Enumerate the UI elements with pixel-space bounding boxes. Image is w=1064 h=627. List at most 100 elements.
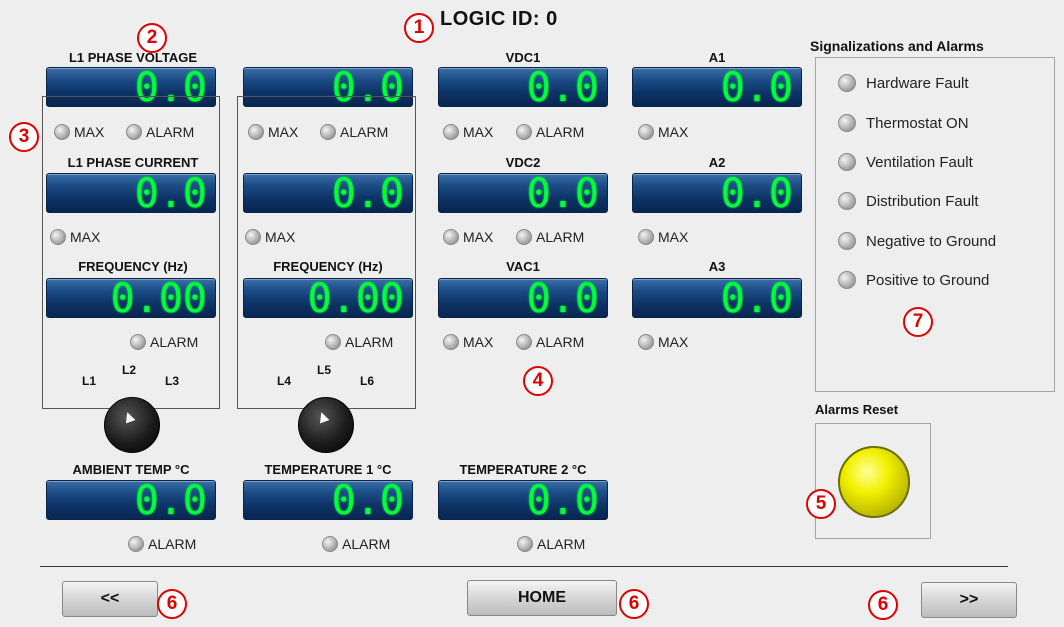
vdc2-max-lamp: MAX bbox=[443, 229, 493, 245]
a2-label: A2 bbox=[708, 155, 726, 170]
l2-voltage-alarm-lamp: ALARM bbox=[320, 124, 388, 140]
signal-thermostat-on: Thermostat ON bbox=[816, 114, 969, 132]
signal-hardware-fault: Hardware Fault bbox=[816, 74, 969, 92]
signal-distribution-fault: Distribution Fault bbox=[816, 192, 979, 210]
vdc1-display: 0.0 bbox=[438, 67, 608, 107]
l2-phase-current-display: 0.0 bbox=[243, 173, 413, 213]
annotation-badge-6-next: 6 bbox=[868, 590, 898, 620]
indicator-lamp-icon bbox=[638, 229, 654, 245]
indicator-lamp-icon bbox=[838, 192, 856, 210]
vdc2-label: VDC2 bbox=[505, 155, 541, 170]
indicator-lamp-icon bbox=[322, 536, 338, 552]
indicator-lamp-icon bbox=[838, 114, 856, 132]
frequency-alarm-lamp-1: ALARM bbox=[130, 334, 198, 350]
temperature-2-alarm-lamp: ALARM bbox=[517, 536, 585, 552]
alarms-reset-frame bbox=[815, 423, 931, 539]
selector-label-l4: L4 bbox=[277, 374, 292, 388]
annotation-badge-1: 1 bbox=[404, 13, 434, 43]
frequency-label-1: FREQUENCY (Hz) bbox=[78, 259, 188, 274]
vdc2-alarm-lamp: ALARM bbox=[516, 229, 584, 245]
annotation-badge-3: 3 bbox=[9, 122, 39, 152]
previous-page-button[interactable]: << bbox=[62, 581, 158, 617]
indicator-lamp-icon bbox=[838, 153, 856, 171]
indicator-lamp-icon bbox=[248, 124, 264, 140]
selector-label-l3: L3 bbox=[165, 374, 180, 388]
vac1-display: 0.0 bbox=[438, 278, 608, 318]
ambient-temp-label: AMBIENT TEMP °C bbox=[72, 462, 190, 477]
annotation-badge-2: 2 bbox=[137, 23, 167, 53]
indicator-lamp-icon bbox=[838, 232, 856, 250]
frequency-display-1: 0.00 bbox=[46, 278, 216, 318]
vdc1-alarm-lamp: ALARM bbox=[516, 124, 584, 140]
vac1-max-lamp: MAX bbox=[443, 334, 493, 350]
indicator-lamp-icon bbox=[443, 124, 459, 140]
selector-label-l5: L5 bbox=[317, 363, 332, 377]
temperature-1-display: 0.0 bbox=[243, 480, 413, 520]
footer-divider bbox=[40, 566, 1008, 567]
vdc2-display: 0.0 bbox=[438, 173, 608, 213]
indicator-lamp-icon bbox=[50, 229, 66, 245]
frequency-alarm-lamp-2: ALARM bbox=[325, 334, 393, 350]
temperature-1-label: TEMPERATURE 1 °C bbox=[264, 462, 392, 477]
annotation-badge-5: 5 bbox=[806, 489, 836, 519]
l2-current-max-lamp: MAX bbox=[245, 229, 295, 245]
logic-id-title: LOGIC ID: 0 bbox=[440, 8, 558, 30]
indicator-lamp-icon bbox=[516, 124, 532, 140]
selector-label-l6: L6 bbox=[360, 374, 375, 388]
annotation-badge-7: 7 bbox=[903, 307, 933, 337]
l1-phase-current-display: 0.0 bbox=[46, 173, 216, 213]
vdc1-label: VDC1 bbox=[505, 50, 541, 65]
frequency-display-2: 0.00 bbox=[243, 278, 413, 318]
l1-voltage-alarm-lamp: ALARM bbox=[126, 124, 194, 140]
indicator-lamp-icon bbox=[443, 334, 459, 350]
annotation-badge-6-home: 6 bbox=[619, 589, 649, 619]
signalizations-title: Signalizations and Alarms bbox=[810, 38, 984, 54]
next-page-button[interactable]: >> bbox=[921, 582, 1017, 618]
signal-positive-to-ground: Positive to Ground bbox=[816, 271, 989, 289]
a3-display: 0.0 bbox=[632, 278, 802, 318]
indicator-lamp-icon bbox=[128, 536, 144, 552]
a1-max-lamp: MAX bbox=[638, 124, 688, 140]
knob-pointer-icon bbox=[316, 410, 330, 424]
indicator-lamp-icon bbox=[838, 74, 856, 92]
indicator-lamp-icon bbox=[54, 124, 70, 140]
a2-max-lamp: MAX bbox=[638, 229, 688, 245]
ambient-temp-display: 0.0 bbox=[46, 480, 216, 520]
l2-voltage-max-lamp: MAX bbox=[248, 124, 298, 140]
alarms-reset-label: Alarms Reset bbox=[815, 402, 899, 417]
indicator-lamp-icon bbox=[516, 334, 532, 350]
indicator-lamp-icon bbox=[638, 334, 654, 350]
signal-negative-to-ground: Negative to Ground bbox=[816, 232, 996, 250]
frequency-label-2: FREQUENCY (Hz) bbox=[273, 259, 383, 274]
knob-pointer-icon bbox=[122, 410, 136, 424]
selector-label-l1: L1 bbox=[82, 374, 97, 388]
temperature-2-label: TEMPERATURE 2 °C bbox=[459, 462, 587, 477]
indicator-lamp-icon bbox=[443, 229, 459, 245]
indicator-lamp-icon bbox=[325, 334, 341, 350]
selector-label-l2: L2 bbox=[122, 363, 137, 377]
phase-selector-knob-1[interactable] bbox=[104, 397, 160, 453]
l1-current-max-lamp: MAX bbox=[50, 229, 100, 245]
indicator-lamp-icon bbox=[320, 124, 336, 140]
phase-selector-knob-2[interactable] bbox=[298, 397, 354, 453]
vac1-alarm-lamp: ALARM bbox=[516, 334, 584, 350]
signal-ventilation-fault: Ventilation Fault bbox=[816, 153, 973, 171]
l1-voltage-max-lamp: MAX bbox=[54, 124, 104, 140]
signalizations-panel: Hardware Fault Thermostat ON Ventilation… bbox=[815, 57, 1055, 392]
home-button[interactable]: HOME bbox=[467, 580, 617, 616]
hmi-panel: LOGIC ID: 0 L1 PHASE VOLTAGE 0.0 MAX ALA… bbox=[0, 0, 1064, 627]
a3-max-lamp: MAX bbox=[638, 334, 688, 350]
ambient-temp-alarm-lamp: ALARM bbox=[128, 536, 196, 552]
l1-phase-current-label: L1 PHASE CURRENT bbox=[67, 155, 199, 170]
indicator-lamp-icon bbox=[130, 334, 146, 350]
indicator-lamp-icon bbox=[517, 536, 533, 552]
a3-label: A3 bbox=[708, 259, 726, 274]
indicator-lamp-icon bbox=[126, 124, 142, 140]
alarms-reset-button[interactable] bbox=[838, 446, 910, 518]
a1-label: A1 bbox=[708, 50, 726, 65]
vac1-label: VAC1 bbox=[506, 259, 540, 274]
temperature-1-alarm-lamp: ALARM bbox=[322, 536, 390, 552]
annotation-badge-4: 4 bbox=[523, 366, 553, 396]
annotation-badge-6-prev: 6 bbox=[157, 589, 187, 619]
temperature-2-display: 0.0 bbox=[438, 480, 608, 520]
